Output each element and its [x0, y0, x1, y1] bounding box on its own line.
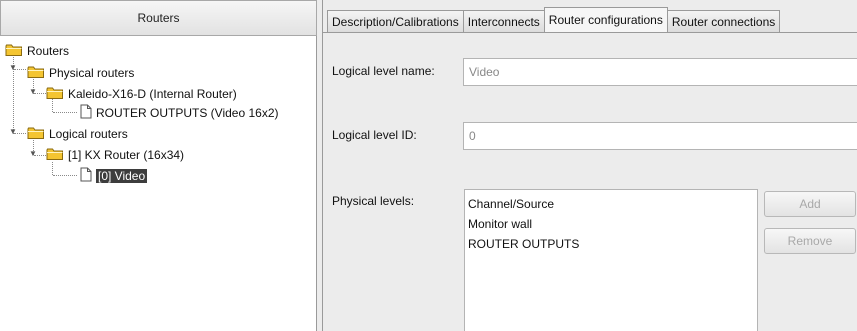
folder-icon	[46, 86, 64, 103]
tab-router-configurations[interactable]: Router configurations	[543, 7, 668, 32]
logical-level-name-field[interactable]: Video	[463, 58, 857, 86]
tree-node-label: Routers	[27, 44, 70, 58]
folder-icon	[46, 147, 64, 164]
tab-bar: Description/Calibrations Interconnects R…	[323, 7, 857, 32]
tree-node-kx-router[interactable]: [1] KX Router (16x34)	[46, 147, 184, 163]
tree-connector	[53, 175, 77, 176]
tree-connector	[52, 162, 53, 175]
list-item-physical-level[interactable]: Monitor wall	[468, 214, 754, 234]
logical-level-id-field[interactable]: 0	[463, 122, 857, 150]
tab-label: Interconnects	[467, 14, 540, 29]
physical-levels-label: Physical levels:	[332, 194, 415, 208]
tree-node-logical-routers[interactable]: Logical routers	[27, 126, 128, 142]
tab-interconnects[interactable]: Interconnects	[462, 10, 545, 32]
list-item-physical-level[interactable]: ROUTER OUTPUTS	[468, 234, 754, 254]
routers-tree: ▼ ▼ ▼ ▼ Routers Physical routers Kaleido…	[0, 36, 317, 331]
tree-node-routers[interactable]: Routers	[5, 43, 69, 59]
tree-node-label: Physical routers	[49, 66, 135, 80]
router-configurations-content: Logical level name: Video Logical level …	[323, 32, 857, 331]
tab-label: Description/Calibrations	[332, 14, 459, 29]
tree-node-label: Logical routers	[49, 127, 128, 141]
tab-router-connections[interactable]: Router connections	[666, 10, 781, 32]
tree-node-label: ROUTER OUTPUTS (Video 16x2)	[96, 106, 279, 120]
document-icon	[80, 167, 92, 185]
logical-level-id-value: 0	[469, 129, 476, 143]
folder-icon	[5, 43, 23, 60]
collapse-kaleido-toggle[interactable]: ▼	[29, 88, 37, 96]
collapse-kx-router-toggle[interactable]: ▼	[29, 150, 37, 158]
tab-description-calibrations[interactable]: Description/Calibrations	[327, 10, 464, 32]
list-item-physical-level[interactable]: Channel/Source	[468, 194, 754, 214]
collapse-physical-toggle[interactable]: ▼	[9, 64, 17, 72]
tree-node-kaleido[interactable]: Kaleido-X16-D (Internal Router)	[46, 86, 237, 102]
logical-level-id-label: Logical level ID:	[332, 128, 417, 142]
collapse-logical-toggle[interactable]: ▼	[9, 128, 17, 136]
routers-panel: Routers ▼ ▼ ▼ ▼ Routers Physical routers…	[0, 0, 317, 331]
logical-level-name-label: Logical level name:	[332, 64, 435, 78]
physical-levels-list[interactable]: Channel/Source Monitor wall ROUTER OUTPU…	[464, 189, 758, 331]
tree-node-label: Kaleido-X16-D (Internal Router)	[68, 87, 237, 101]
tree-node-video[interactable]: [0] Video	[80, 167, 149, 185]
remove-button-label: Remove	[787, 234, 833, 248]
routers-panel-title: Routers	[137, 11, 180, 25]
add-physical-level-button[interactable]: Add	[764, 191, 856, 217]
tree-node-label: [1] KX Router (16x34)	[68, 148, 185, 162]
document-icon	[80, 104, 92, 122]
tab-label: Router connections	[671, 14, 776, 29]
tree-node-physical-routers[interactable]: Physical routers	[27, 65, 134, 81]
tree-node-router-outputs[interactable]: ROUTER OUTPUTS (Video 16x2)	[80, 104, 279, 122]
folder-icon	[27, 65, 45, 82]
tree-node-label-selected: [0] Video	[94, 168, 149, 184]
add-button-label: Add	[799, 197, 821, 211]
tree-connector	[53, 112, 77, 113]
tab-label: Router configurations	[548, 13, 663, 27]
routers-panel-header: Routers	[0, 0, 317, 36]
folder-icon	[27, 126, 45, 143]
router-details-panel: Description/Calibrations Interconnects R…	[322, 0, 857, 331]
logical-level-name-value: Video	[469, 65, 500, 79]
remove-physical-level-button[interactable]: Remove	[764, 228, 856, 254]
